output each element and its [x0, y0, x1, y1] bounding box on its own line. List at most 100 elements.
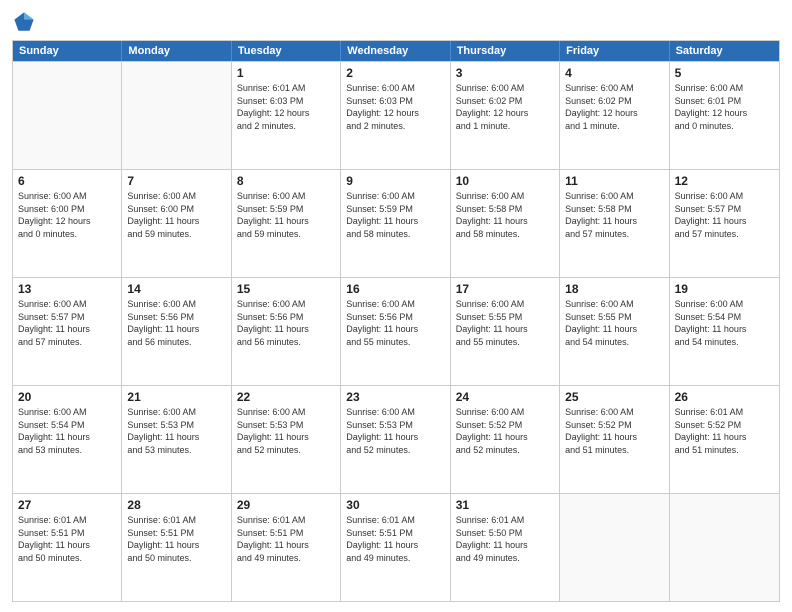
cell-info: Sunrise: 6:00 AM Sunset: 5:56 PM Dayligh… — [346, 298, 444, 348]
calendar-cell: 10Sunrise: 6:00 AM Sunset: 5:58 PM Dayli… — [451, 170, 560, 277]
cell-info: Sunrise: 6:00 AM Sunset: 5:54 PM Dayligh… — [18, 406, 116, 456]
calendar-header-row: SundayMondayTuesdayWednesdayThursdayFrid… — [13, 41, 779, 61]
calendar-cell: 1Sunrise: 6:01 AM Sunset: 6:03 PM Daylig… — [232, 62, 341, 169]
day-header-tuesday: Tuesday — [232, 41, 341, 61]
calendar-week-3: 13Sunrise: 6:00 AM Sunset: 5:57 PM Dayli… — [13, 277, 779, 385]
calendar-cell: 23Sunrise: 6:00 AM Sunset: 5:53 PM Dayli… — [341, 386, 450, 493]
logo — [12, 10, 40, 34]
cell-info: Sunrise: 6:01 AM Sunset: 5:52 PM Dayligh… — [675, 406, 774, 456]
cell-info: Sunrise: 6:00 AM Sunset: 5:58 PM Dayligh… — [565, 190, 663, 240]
calendar-cell: 6Sunrise: 6:00 AM Sunset: 6:00 PM Daylig… — [13, 170, 122, 277]
day-header-thursday: Thursday — [451, 41, 560, 61]
calendar-cell: 15Sunrise: 6:00 AM Sunset: 5:56 PM Dayli… — [232, 278, 341, 385]
calendar-cell: 4Sunrise: 6:00 AM Sunset: 6:02 PM Daylig… — [560, 62, 669, 169]
day-header-monday: Monday — [122, 41, 231, 61]
calendar-body: 1Sunrise: 6:01 AM Sunset: 6:03 PM Daylig… — [13, 61, 779, 601]
calendar-cell — [670, 494, 779, 601]
cell-info: Sunrise: 6:01 AM Sunset: 5:51 PM Dayligh… — [18, 514, 116, 564]
calendar-cell: 25Sunrise: 6:00 AM Sunset: 5:52 PM Dayli… — [560, 386, 669, 493]
cell-info: Sunrise: 6:00 AM Sunset: 5:56 PM Dayligh… — [127, 298, 225, 348]
day-number: 7 — [127, 173, 225, 189]
calendar-cell: 17Sunrise: 6:00 AM Sunset: 5:55 PM Dayli… — [451, 278, 560, 385]
calendar-cell: 7Sunrise: 6:00 AM Sunset: 6:00 PM Daylig… — [122, 170, 231, 277]
logo-icon — [12, 10, 36, 34]
day-number: 8 — [237, 173, 335, 189]
calendar-cell: 16Sunrise: 6:00 AM Sunset: 5:56 PM Dayli… — [341, 278, 450, 385]
calendar-cell: 31Sunrise: 6:01 AM Sunset: 5:50 PM Dayli… — [451, 494, 560, 601]
day-number: 30 — [346, 497, 444, 513]
cell-info: Sunrise: 6:00 AM Sunset: 5:53 PM Dayligh… — [127, 406, 225, 456]
cell-info: Sunrise: 6:00 AM Sunset: 5:55 PM Dayligh… — [456, 298, 554, 348]
cell-info: Sunrise: 6:00 AM Sunset: 5:56 PM Dayligh… — [237, 298, 335, 348]
day-number: 20 — [18, 389, 116, 405]
cell-info: Sunrise: 6:01 AM Sunset: 5:51 PM Dayligh… — [127, 514, 225, 564]
day-header-friday: Friday — [560, 41, 669, 61]
day-number: 12 — [675, 173, 774, 189]
cell-info: Sunrise: 6:01 AM Sunset: 5:51 PM Dayligh… — [346, 514, 444, 564]
calendar-cell: 20Sunrise: 6:00 AM Sunset: 5:54 PM Dayli… — [13, 386, 122, 493]
calendar-cell: 5Sunrise: 6:00 AM Sunset: 6:01 PM Daylig… — [670, 62, 779, 169]
day-number: 21 — [127, 389, 225, 405]
day-number: 24 — [456, 389, 554, 405]
cell-info: Sunrise: 6:00 AM Sunset: 6:02 PM Dayligh… — [456, 82, 554, 132]
calendar-cell: 9Sunrise: 6:00 AM Sunset: 5:59 PM Daylig… — [341, 170, 450, 277]
cell-info: Sunrise: 6:01 AM Sunset: 5:50 PM Dayligh… — [456, 514, 554, 564]
cell-info: Sunrise: 6:00 AM Sunset: 5:57 PM Dayligh… — [675, 190, 774, 240]
calendar-cell: 29Sunrise: 6:01 AM Sunset: 5:51 PM Dayli… — [232, 494, 341, 601]
day-number: 27 — [18, 497, 116, 513]
cell-info: Sunrise: 6:00 AM Sunset: 5:54 PM Dayligh… — [675, 298, 774, 348]
day-number: 1 — [237, 65, 335, 81]
day-number: 10 — [456, 173, 554, 189]
calendar-cell: 22Sunrise: 6:00 AM Sunset: 5:53 PM Dayli… — [232, 386, 341, 493]
day-number: 6 — [18, 173, 116, 189]
cell-info: Sunrise: 6:00 AM Sunset: 6:00 PM Dayligh… — [18, 190, 116, 240]
day-number: 17 — [456, 281, 554, 297]
day-number: 22 — [237, 389, 335, 405]
day-number: 26 — [675, 389, 774, 405]
day-number: 31 — [456, 497, 554, 513]
calendar-cell: 13Sunrise: 6:00 AM Sunset: 5:57 PM Dayli… — [13, 278, 122, 385]
calendar-cell: 26Sunrise: 6:01 AM Sunset: 5:52 PM Dayli… — [670, 386, 779, 493]
day-number: 25 — [565, 389, 663, 405]
calendar-cell: 18Sunrise: 6:00 AM Sunset: 5:55 PM Dayli… — [560, 278, 669, 385]
calendar: SundayMondayTuesdayWednesdayThursdayFrid… — [12, 40, 780, 602]
calendar-cell — [560, 494, 669, 601]
calendar-cell: 8Sunrise: 6:00 AM Sunset: 5:59 PM Daylig… — [232, 170, 341, 277]
day-number: 9 — [346, 173, 444, 189]
day-number: 11 — [565, 173, 663, 189]
calendar-cell: 24Sunrise: 6:00 AM Sunset: 5:52 PM Dayli… — [451, 386, 560, 493]
day-number: 19 — [675, 281, 774, 297]
day-number: 18 — [565, 281, 663, 297]
day-number: 14 — [127, 281, 225, 297]
calendar-cell: 19Sunrise: 6:00 AM Sunset: 5:54 PM Dayli… — [670, 278, 779, 385]
cell-info: Sunrise: 6:00 AM Sunset: 5:53 PM Dayligh… — [346, 406, 444, 456]
calendar-cell: 11Sunrise: 6:00 AM Sunset: 5:58 PM Dayli… — [560, 170, 669, 277]
cell-info: Sunrise: 6:00 AM Sunset: 6:00 PM Dayligh… — [127, 190, 225, 240]
cell-info: Sunrise: 6:00 AM Sunset: 5:55 PM Dayligh… — [565, 298, 663, 348]
calendar-cell: 3Sunrise: 6:00 AM Sunset: 6:02 PM Daylig… — [451, 62, 560, 169]
day-number: 29 — [237, 497, 335, 513]
calendar-cell: 21Sunrise: 6:00 AM Sunset: 5:53 PM Dayli… — [122, 386, 231, 493]
cell-info: Sunrise: 6:01 AM Sunset: 6:03 PM Dayligh… — [237, 82, 335, 132]
cell-info: Sunrise: 6:00 AM Sunset: 5:59 PM Dayligh… — [237, 190, 335, 240]
calendar-week-2: 6Sunrise: 6:00 AM Sunset: 6:00 PM Daylig… — [13, 169, 779, 277]
calendar-cell — [13, 62, 122, 169]
cell-info: Sunrise: 6:00 AM Sunset: 6:02 PM Dayligh… — [565, 82, 663, 132]
day-header-saturday: Saturday — [670, 41, 779, 61]
cell-info: Sunrise: 6:00 AM Sunset: 6:03 PM Dayligh… — [346, 82, 444, 132]
day-number: 13 — [18, 281, 116, 297]
cell-info: Sunrise: 6:00 AM Sunset: 5:57 PM Dayligh… — [18, 298, 116, 348]
calendar-cell: 30Sunrise: 6:01 AM Sunset: 5:51 PM Dayli… — [341, 494, 450, 601]
day-number: 3 — [456, 65, 554, 81]
calendar-week-5: 27Sunrise: 6:01 AM Sunset: 5:51 PM Dayli… — [13, 493, 779, 601]
calendar-week-1: 1Sunrise: 6:01 AM Sunset: 6:03 PM Daylig… — [13, 61, 779, 169]
cell-info: Sunrise: 6:00 AM Sunset: 5:52 PM Dayligh… — [565, 406, 663, 456]
calendar-week-4: 20Sunrise: 6:00 AM Sunset: 5:54 PM Dayli… — [13, 385, 779, 493]
calendar-cell: 14Sunrise: 6:00 AM Sunset: 5:56 PM Dayli… — [122, 278, 231, 385]
cell-info: Sunrise: 6:00 AM Sunset: 5:53 PM Dayligh… — [237, 406, 335, 456]
day-number: 2 — [346, 65, 444, 81]
day-number: 23 — [346, 389, 444, 405]
page: SundayMondayTuesdayWednesdayThursdayFrid… — [0, 0, 792, 612]
calendar-cell: 27Sunrise: 6:01 AM Sunset: 5:51 PM Dayli… — [13, 494, 122, 601]
cell-info: Sunrise: 6:00 AM Sunset: 5:52 PM Dayligh… — [456, 406, 554, 456]
